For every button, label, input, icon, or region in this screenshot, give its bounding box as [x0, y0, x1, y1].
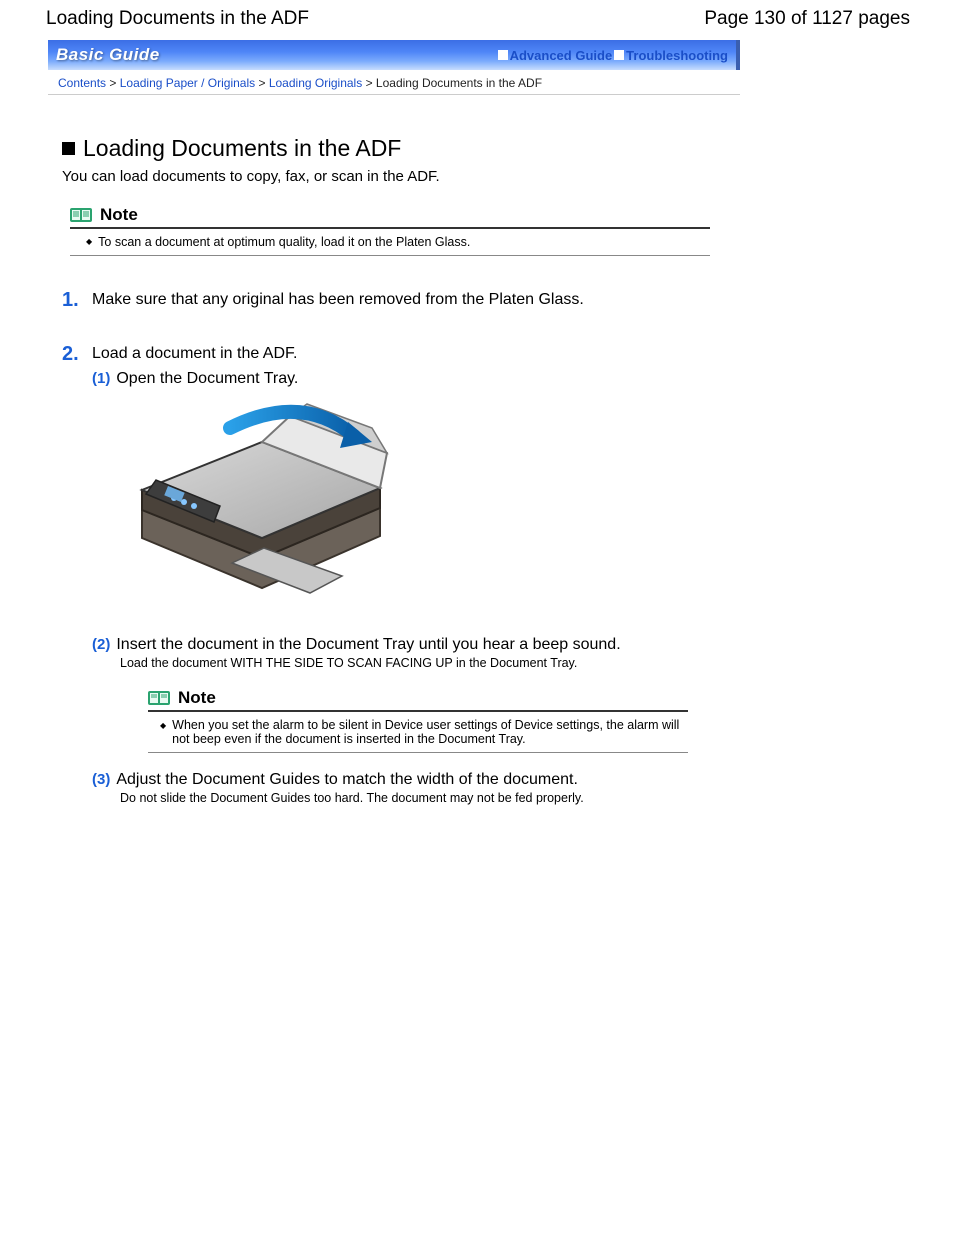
guide-links: Advanced Guide Troubleshooting: [498, 48, 728, 63]
substep-text: Open the Document Tray.: [116, 370, 298, 388]
breadcrumb-sep: >: [255, 76, 269, 90]
guide-bar: Basic Guide Advanced Guide Troubleshooti…: [48, 40, 740, 70]
substep-1: (1) Open the Document Tray.: [92, 370, 740, 388]
page-heading-text: Loading Documents in the ADF: [83, 135, 401, 162]
breadcrumb-current: Loading Documents in the ADF: [376, 76, 542, 90]
note-body-text: ◆ When you set the alarm to be silent in…: [160, 718, 688, 746]
substep-text: Insert the document in the Document Tray…: [116, 636, 620, 654]
note-book-icon: [70, 207, 92, 223]
step-number: 1.: [62, 290, 84, 310]
step-text: Make sure that any original has been rem…: [92, 290, 584, 310]
note-book-icon: [148, 690, 170, 706]
note-block: Note ◆ When you set the alarm to be sile…: [148, 688, 688, 753]
doc-title: Loading Documents in the ADF: [46, 8, 309, 30]
substep-number: (1): [92, 370, 110, 388]
step-1: 1. Make sure that any original has been …: [62, 290, 740, 310]
note-body-text: To scan a document at optimum quality, l…: [86, 235, 710, 249]
breadcrumb: Contents > Loading Paper / Originals > L…: [48, 70, 740, 95]
note-block: Note To scan a document at optimum quali…: [70, 205, 710, 256]
substep-detail: Do not slide the Document Guides too har…: [120, 791, 740, 805]
note-title: Note: [178, 688, 216, 708]
guide-title: Basic Guide: [56, 45, 160, 65]
bullet-square-icon: [62, 142, 75, 155]
advanced-guide-link[interactable]: Advanced Guide: [498, 48, 613, 63]
substep-2: (2) Insert the document in the Document …: [92, 636, 740, 670]
page-heading: Loading Documents in the ADF: [62, 135, 740, 162]
step-2: 2. Load a document in the ADF.: [62, 344, 740, 364]
troubleshooting-link[interactable]: Troubleshooting: [614, 48, 728, 63]
intro-text: You can load documents to copy, fax, or …: [62, 168, 740, 185]
breadcrumb-lvl1[interactable]: Loading Paper / Originals: [120, 76, 255, 90]
substep-number: (2): [92, 636, 110, 654]
substep-number: (3): [92, 771, 110, 789]
breadcrumb-lvl2[interactable]: Loading Originals: [269, 76, 362, 90]
square-icon: [614, 50, 624, 60]
breadcrumb-contents[interactable]: Contents: [58, 76, 106, 90]
advanced-guide-link-text[interactable]: Advanced Guide: [510, 48, 613, 63]
breadcrumb-sep: >: [362, 76, 376, 90]
step-number: 2.: [62, 344, 84, 364]
substep-text: Adjust the Document Guides to match the …: [116, 771, 578, 789]
note-title: Note: [100, 205, 138, 225]
substep-3: (3) Adjust the Document Guides to match …: [92, 771, 740, 805]
substep-detail: Load the document WITH THE SIDE TO SCAN …: [120, 656, 740, 670]
page-indicator: Page 130 of 1127 pages: [704, 8, 910, 30]
printer-illustration: [122, 398, 740, 622]
square-icon: [498, 50, 508, 60]
step-text: Load a document in the ADF.: [92, 344, 297, 364]
troubleshooting-link-text[interactable]: Troubleshooting: [626, 48, 728, 63]
breadcrumb-sep: >: [106, 76, 120, 90]
